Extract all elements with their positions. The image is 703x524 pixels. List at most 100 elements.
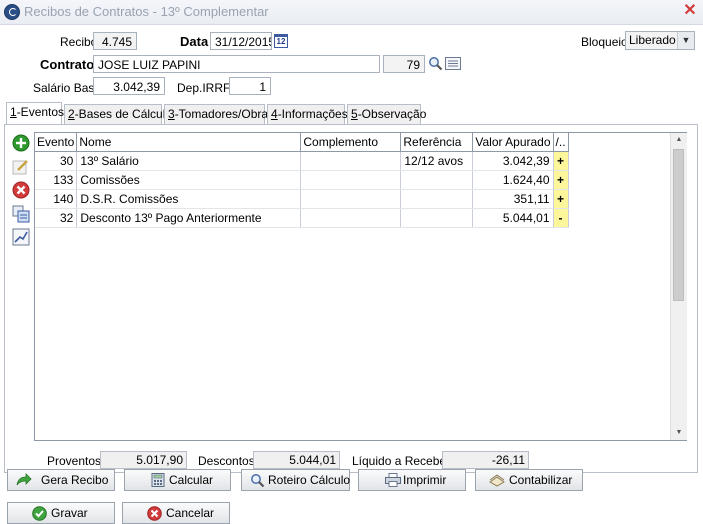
scroll-thumb[interactable]	[673, 149, 684, 301]
col-complemento[interactable]: Complemento	[300, 133, 402, 152]
cell-complemento	[300, 208, 402, 228]
liquido-field: -26,11	[442, 451, 529, 469]
data-field[interactable]: 31/12/2015	[210, 32, 272, 50]
cell-referencia	[400, 170, 474, 190]
roteiro-calculo-label: Roteiro Cálculo	[268, 473, 351, 487]
vertical-scrollbar[interactable]: ▲ ▼	[670, 133, 687, 440]
scroll-down-icon[interactable]: ▼	[671, 426, 687, 440]
chart-icon[interactable]	[12, 228, 30, 246]
cell-referencia	[400, 208, 474, 228]
col-evento[interactable]: Evento	[35, 133, 78, 152]
forward-arrow-icon	[16, 473, 32, 487]
search-icon[interactable]	[428, 56, 443, 71]
cell-valor: 3.042,39	[472, 151, 554, 171]
col-referencia[interactable]: Referência	[400, 133, 474, 152]
cell-valor: 1.624,40	[472, 170, 554, 190]
tab-eventos[interactable]: 1-Eventos	[6, 102, 65, 124]
details-icon[interactable]	[445, 57, 461, 70]
ledger-icon	[489, 473, 505, 487]
tab-informacoes[interactable]: 4-Informações	[267, 104, 348, 124]
imprimir-button[interactable]: Imprimir	[358, 469, 466, 491]
bloqueio-value: Liberado	[629, 33, 676, 47]
cell-complemento	[300, 189, 402, 209]
cell-valor: 351,11	[472, 189, 554, 209]
cell-nome: Desconto 13º Pago Anteriormente	[76, 208, 302, 228]
table-row[interactable]: 140 D.S.R. Comissões 351,11 +	[35, 189, 569, 209]
tab-label: -Observação	[357, 107, 427, 121]
proventos-label: Proventos	[47, 454, 102, 468]
copy-icon[interactable]	[12, 205, 30, 223]
contrato-label: Contrato	[40, 57, 95, 72]
gera-recibo-label: Gera Recibo	[41, 473, 109, 487]
cell-referencia	[400, 189, 474, 209]
cell-sinal: -	[553, 208, 569, 228]
bloqueio-select[interactable]: Liberado ▼	[625, 31, 695, 50]
cell-complemento	[300, 151, 402, 171]
title-bar: Recibos de Contratos - 13º Complementar …	[0, 0, 703, 25]
delete-icon[interactable]	[12, 181, 30, 199]
gera-recibo-button[interactable]: Gera Recibo	[7, 469, 115, 491]
tab-key: 3	[168, 107, 175, 121]
table-row[interactable]: 133 Comissões 1.624,40 +	[35, 170, 569, 190]
contrato-code-field[interactable]: 79	[383, 55, 425, 73]
cancelar-label: Cancelar	[166, 506, 215, 520]
tab-bases-de-calculo[interactable]: 2-Bases de Cálculo	[64, 104, 172, 124]
add-icon[interactable]	[12, 134, 30, 152]
col-nome[interactable]: Nome	[76, 133, 302, 152]
cell-evento: 133	[35, 170, 78, 190]
cancelar-button[interactable]: Cancelar	[122, 502, 230, 524]
descontos-label: Descontos	[198, 454, 255, 468]
recibo-field[interactable]: 4.745	[93, 32, 137, 50]
eventos-table: Evento Nome Complemento Referência Valor…	[35, 133, 569, 228]
descontos-field: 5.044,01	[253, 451, 340, 469]
table-header-row: Evento Nome Complemento Referência Valor…	[35, 133, 569, 152]
tab-observacao[interactable]: 5-Observação	[347, 104, 426, 124]
table-row[interactable]: 32 Desconto 13º Pago Anteriormente 5.044…	[35, 208, 569, 228]
tab-label: -Eventos	[16, 105, 65, 119]
gravar-button[interactable]: Gravar	[7, 502, 115, 524]
cell-nome: 13º Salário	[76, 151, 302, 171]
cancel-icon	[147, 506, 162, 521]
eventos-grid[interactable]: Evento Nome Complemento Referência Valor…	[34, 132, 687, 441]
tab-key: 5	[351, 107, 358, 121]
check-icon	[32, 506, 47, 521]
contabilizar-button[interactable]: Contabilizar	[475, 469, 583, 491]
liquido-label: Líquido a Receber	[352, 454, 451, 468]
cell-nome: Comissões	[76, 170, 302, 190]
data-label: Data	[180, 34, 209, 49]
tab-label: -Bases de Cálculo	[74, 107, 173, 121]
contabilizar-label: Contabilizar	[509, 473, 573, 487]
scroll-up-icon[interactable]: ▲	[671, 133, 687, 147]
salario-field[interactable]: 3.042,39	[93, 77, 165, 95]
close-icon[interactable]: ✕	[681, 2, 699, 20]
cell-sinal: +	[553, 151, 569, 171]
table-row[interactable]: 30 13º Salário 12/12 avos 3.042,39 +	[35, 151, 569, 171]
recibo-label: Recibo	[60, 35, 98, 49]
calendar-icon[interactable]: 12	[274, 34, 288, 48]
roteiro-calculo-button[interactable]: Roteiro Cálculo	[241, 469, 350, 491]
calculator-icon	[151, 473, 165, 487]
dep-irrf-field[interactable]: 1	[229, 77, 271, 95]
tab-label: -Tomadores/Obras	[174, 107, 275, 121]
cell-evento: 32	[35, 208, 78, 228]
contrato-name-field[interactable]: JOSE LUIZ PAPINI	[93, 55, 380, 73]
cell-sinal: +	[553, 189, 569, 209]
tab-label: -Informações	[277, 107, 348, 121]
chevron-down-icon[interactable]: ▼	[677, 32, 694, 49]
app-icon	[4, 4, 20, 20]
tab-key: 1	[10, 105, 17, 119]
magnifier-icon	[250, 473, 265, 488]
col-sinal[interactable]: /..	[553, 133, 569, 152]
cell-valor: 5.044,01	[472, 208, 554, 228]
bloqueio-label: Bloqueio	[581, 35, 628, 49]
tab-key: 4	[271, 107, 278, 121]
col-valor-apurado[interactable]: Valor Apurado	[472, 133, 554, 152]
edit-icon[interactable]	[12, 158, 30, 176]
tab-tomadores-obras[interactable]: 3-Tomadores/Obras	[164, 104, 274, 124]
imprimir-label: Imprimir	[403, 473, 447, 487]
calcular-button[interactable]: Calcular	[124, 469, 231, 491]
cell-evento: 30	[35, 151, 78, 171]
tab-key: 2	[68, 107, 75, 121]
window-title: Recibos de Contratos - 13º Complementar	[24, 4, 269, 19]
gravar-label: Gravar	[51, 506, 88, 520]
